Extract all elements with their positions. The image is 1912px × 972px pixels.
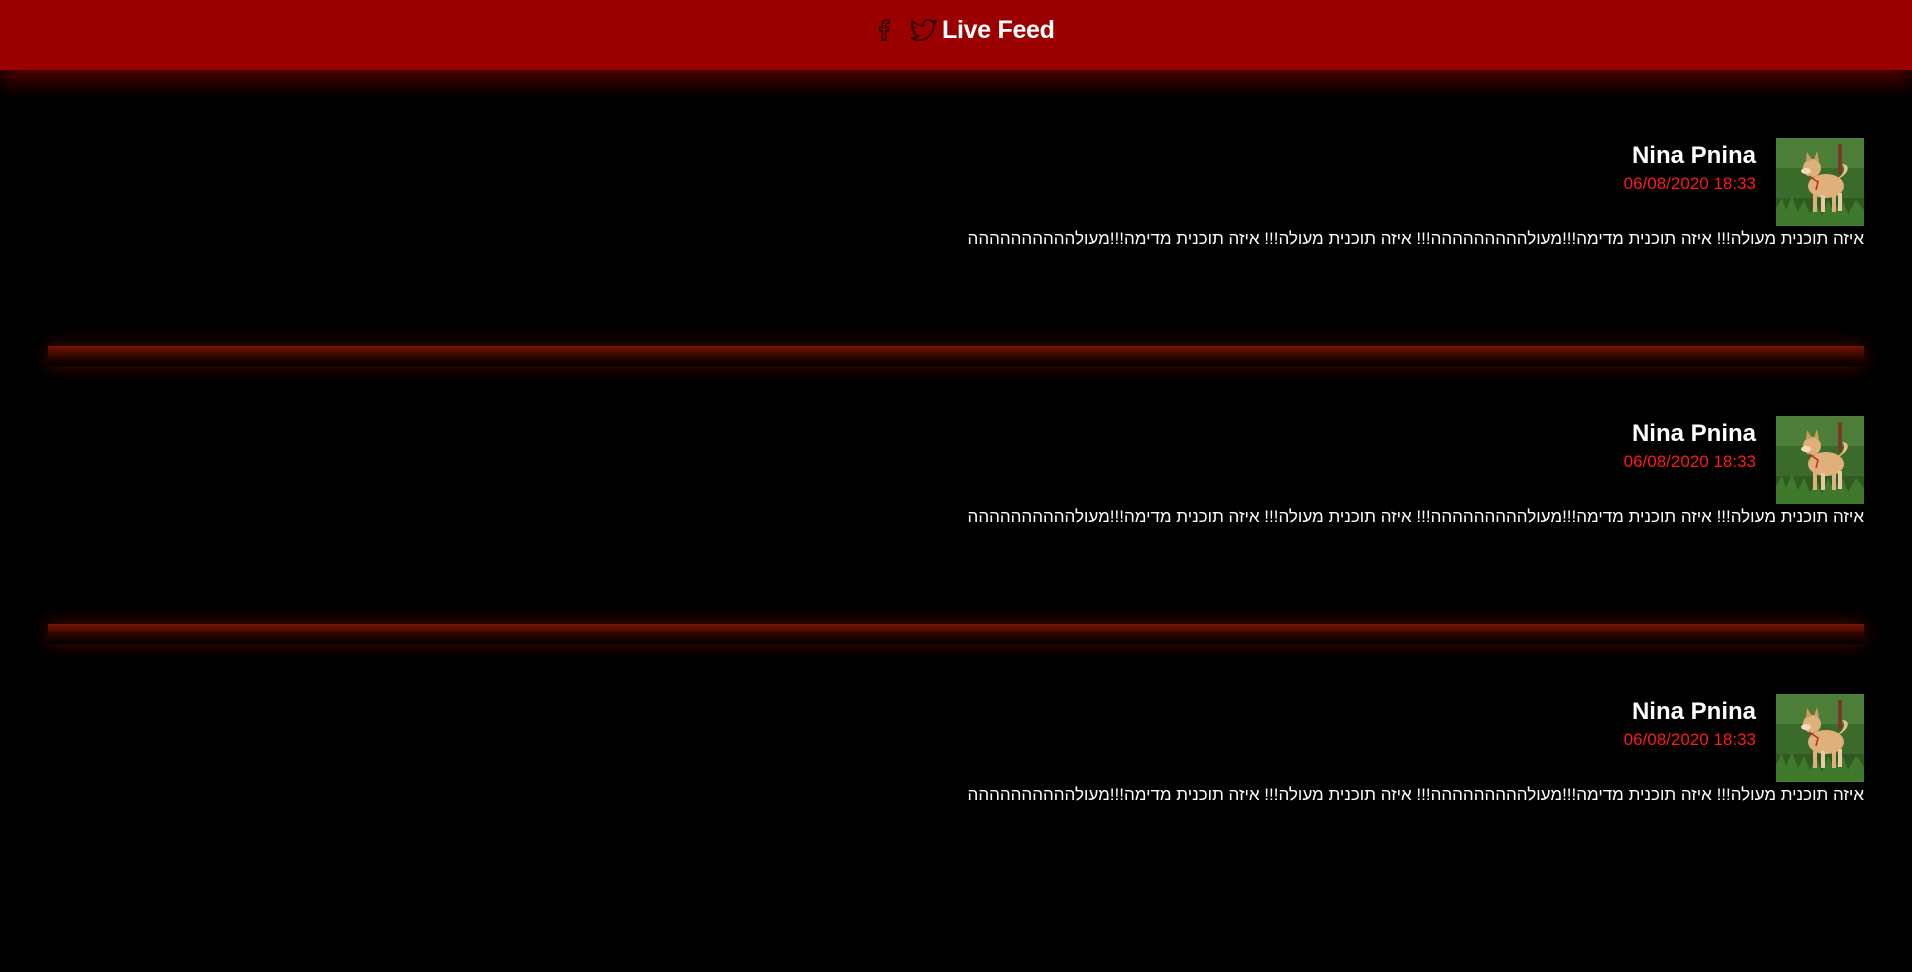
page-title: Live Feed [942,15,1055,44]
avatar[interactable] [1776,138,1864,226]
post-timestamp: 06/08/2020 18:33 [1623,174,1756,193]
avatar[interactable] [1776,694,1864,782]
post-text: איזה תוכנית מעולה!!! איזה תוכנית מדימה!!… [967,785,1864,804]
twitter-icon[interactable] [910,16,938,44]
feed-post: Nina Pnina 06/08/2020 18:33 איזה תוכנית … [48,694,1864,972]
feed-post: Nina Pnina 06/08/2020 18:33 איזה תוכנית … [48,138,1864,416]
post-timestamp: 06/08/2020 18:33 [1623,730,1756,749]
author-name[interactable]: Nina Pnina [1632,420,1756,448]
facebook-icon[interactable] [870,16,898,44]
post-divider [48,624,1864,644]
author-name[interactable]: Nina Pnina [1632,698,1756,726]
app-header: Live Feed [0,0,1912,70]
post-timestamp: 06/08/2020 18:33 [1623,452,1756,471]
post-divider [48,346,1864,366]
avatar[interactable] [1776,416,1864,504]
header-content: Live Feed [870,13,1055,47]
live-feed: Nina Pnina 06/08/2020 18:33 איזה תוכנית … [0,70,1912,890]
author-name[interactable]: Nina Pnina [1632,142,1756,170]
feed-post: Nina Pnina 06/08/2020 18:33 איזה תוכנית … [48,416,1864,694]
post-text: איזה תוכנית מעולה!!! איזה תוכנית מדימה!!… [967,229,1864,248]
post-text: איזה תוכנית מעולה!!! איזה תוכנית מדימה!!… [967,507,1864,526]
